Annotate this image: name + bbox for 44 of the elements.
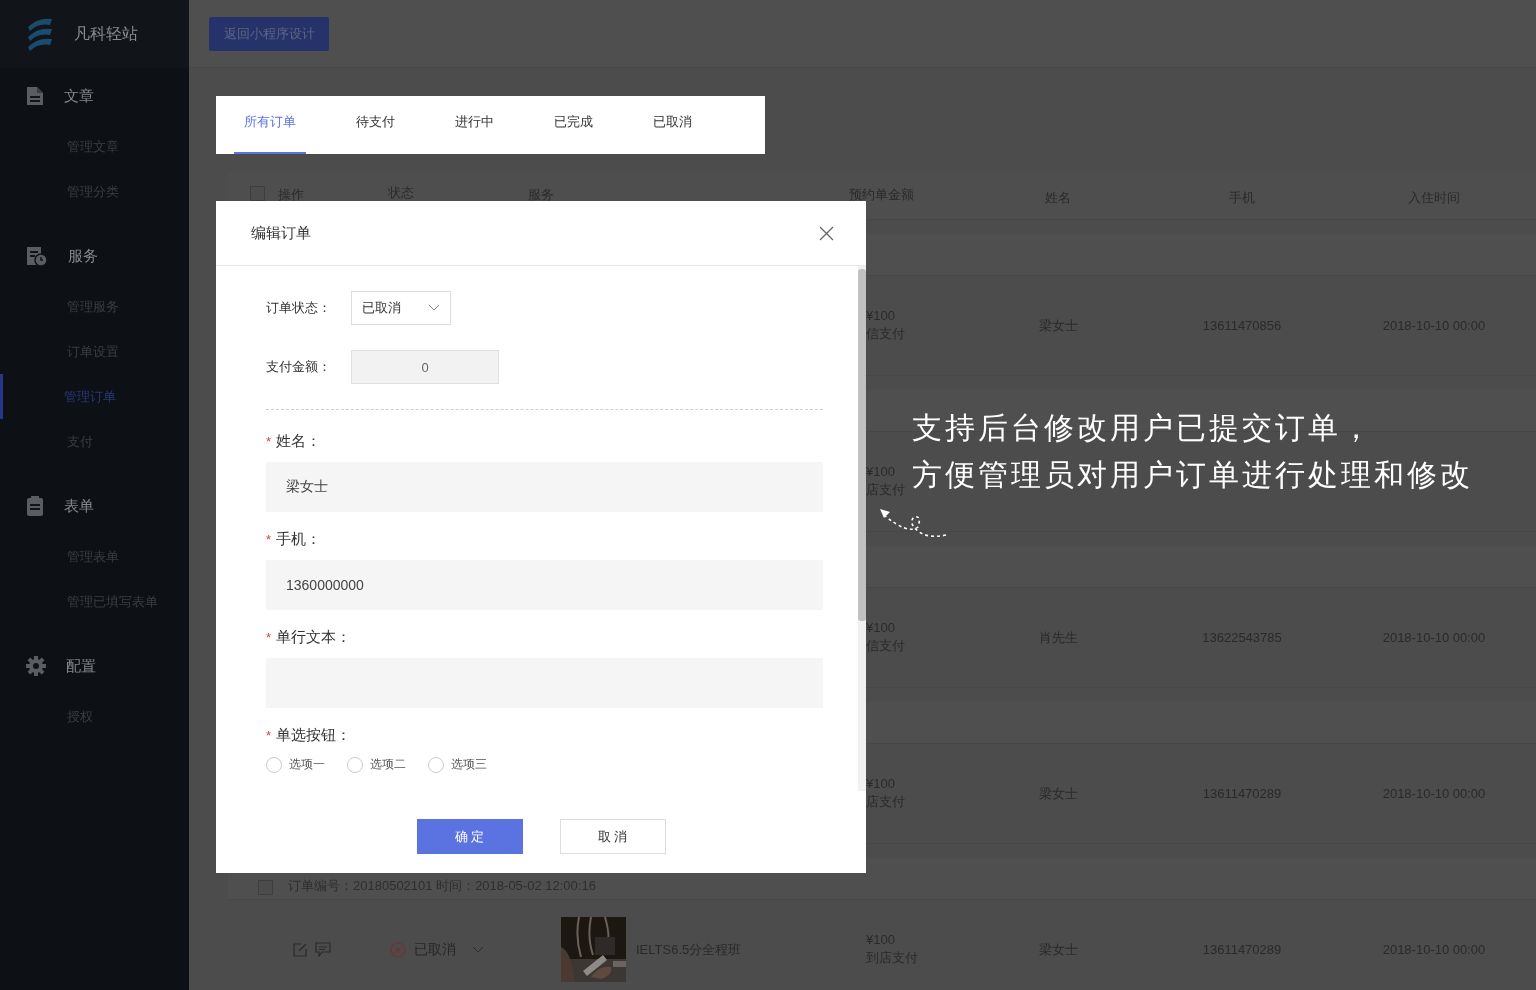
caret-icon[interactable]: [472, 945, 484, 954]
required-mark: *: [266, 727, 272, 743]
document-icon: [26, 86, 44, 106]
sidebar-section-title[interactable]: 配置: [66, 656, 96, 676]
field-label: 订单状态：: [266, 299, 332, 317]
annotation-text: 支持后台修改用户已提交订单，: [912, 410, 1375, 446]
edit-icon[interactable]: [293, 942, 307, 957]
amount-field: 0: [351, 350, 499, 384]
required-mark: *: [266, 531, 272, 547]
cancel-button[interactable]: 取 消: [559, 819, 666, 854]
checkbox[interactable]: [250, 186, 265, 201]
settings-icon: [26, 656, 46, 676]
sidebar-section-title[interactable]: 表单: [64, 496, 94, 516]
cancel-icon: [390, 941, 406, 958]
radio-option[interactable]: 选项二: [347, 756, 406, 773]
document-clock-icon: [26, 246, 48, 266]
status-select[interactable]: 已取消: [351, 291, 451, 325]
sidebar-section-title[interactable]: 服务: [68, 246, 98, 266]
tab[interactable]: 已取消: [643, 96, 702, 154]
tab[interactable]: 进行中: [445, 96, 504, 154]
radio-option[interactable]: 选项三: [428, 756, 487, 773]
required-mark: *: [266, 629, 272, 645]
comment-icon[interactable]: [315, 942, 331, 957]
tab[interactable]: 所有订单: [234, 96, 306, 154]
tab[interactable]: 已完成: [544, 96, 603, 154]
field-label: 单行文本：: [276, 627, 352, 647]
dialog-title: 编辑订单: [251, 223, 311, 243]
sidebar-section-title[interactable]: 文章: [64, 86, 94, 106]
logo-text: 凡科轻站: [74, 23, 138, 44]
annotation-text: 方便管理员对用户订单进行处理和修改: [912, 457, 1473, 493]
clipboard-icon: [26, 496, 44, 516]
radio-option[interactable]: 选项一: [266, 756, 325, 773]
scrollbar-thumb[interactable]: [858, 269, 866, 621]
field-label: 姓名：: [276, 431, 322, 451]
field-label: 支付金额：: [266, 358, 332, 376]
field-label: 手机：: [276, 529, 322, 549]
required-mark: *: [266, 433, 272, 449]
input-field[interactable]: 梁女士: [266, 462, 823, 512]
confirm-button[interactable]: 确 定: [416, 819, 523, 854]
caret-icon: [428, 304, 440, 312]
tab[interactable]: 待支付: [346, 96, 405, 154]
field-label: 单选按钮：: [276, 725, 352, 745]
input-field[interactable]: 1360000000: [266, 560, 823, 610]
close-icon[interactable]: [819, 225, 834, 241]
